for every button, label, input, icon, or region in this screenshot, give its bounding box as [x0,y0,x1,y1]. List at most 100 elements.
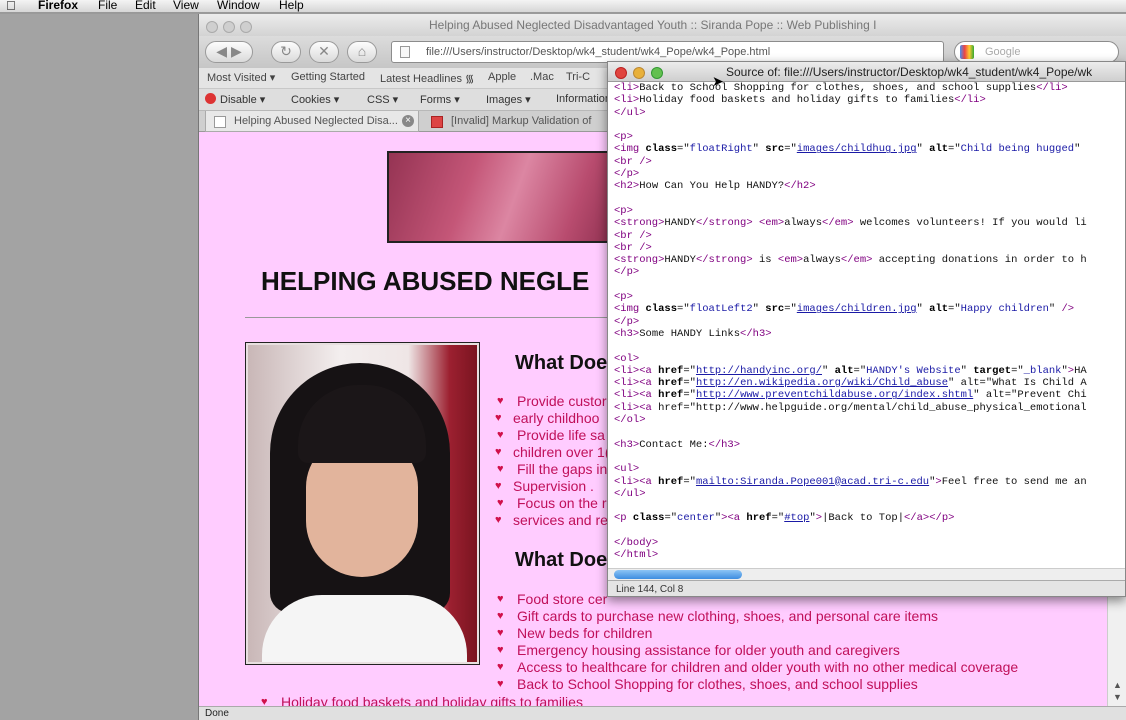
window-title: Helping Abused Neglected Disadvantaged Y… [429,18,877,32]
source-line: <img class="floatLeft2" src="images/chil… [614,303,1075,316]
minimize-button[interactable] [223,21,235,33]
menu-window[interactable]: Window [217,0,260,12]
list-item-continued: early childhoo [495,410,610,427]
section-heading-1: What Doe [515,352,608,374]
source-line: </p> [614,266,640,279]
source-line: <p> [614,291,633,304]
source-line: <li><a href="mailto:Siranda.Pope001@acad… [614,475,1087,488]
zoom-button[interactable] [240,21,252,33]
search-placeholder: Google [985,46,1021,58]
list-item: Holiday food baskets and holiday gifts t… [261,694,583,706]
source-line [614,119,1125,131]
dev-forms[interactable]: Forms ▾ [420,93,460,106]
list-item-continued: services and re [495,512,610,529]
tab-markup-validation[interactable]: [Invalid] Markup Validation of [423,111,623,132]
menu-edit[interactable]: Edit [135,0,156,12]
list-item-continued: Supervision . [495,478,610,495]
stop-icon: ✕ [318,43,330,59]
dev-information[interactable]: Information [556,93,611,105]
stop-button[interactable]: ✕ [309,41,339,63]
view-source-window: Source of: file:///Users/instructor/Desk… [607,61,1126,597]
source-line: <br /> [614,155,652,168]
services-list: Provide custor early childhoo Provide li… [495,393,610,529]
zoom-button[interactable] [651,67,663,79]
source-line [614,340,1125,352]
source-titlebar: Source of: file:///Users/instructor/Desk… [608,62,1125,82]
close-button[interactable] [615,67,627,79]
list-item: Gift cards to purchase new clothing, sho… [497,608,1018,625]
source-line: </body> [614,536,659,549]
source-line [614,193,1125,205]
back-forward-button[interactable]: ◀ ▶ [205,41,253,63]
tab-label: Helping Abused Neglected Disa... [234,115,398,127]
list-item-continued: children over 1( [495,444,610,461]
banner-image [387,151,617,243]
holiday-list: Holiday food baskets and holiday gifts t… [261,694,583,706]
source-line: <h3>Some HANDY Links</h3> [614,327,772,340]
close-tab-icon[interactable]: × [402,115,414,127]
bookmark-tric[interactable]: Tri-C [566,71,590,83]
bookmark-apple[interactable]: Apple [488,71,516,83]
source-line: <li><a href="http://www.helpguide.org/me… [614,401,1087,414]
menu-view[interactable]: View [173,0,199,12]
source-line: <h3>Contact Me:</h3> [614,438,741,451]
bookmark-most-visited[interactable]: Most Visited ▾ [207,71,275,84]
section-heading-2: What Doe [515,549,608,571]
support-list: Food store cer Gift cards to purchase ne… [497,591,1018,693]
minimize-button[interactable] [633,67,645,79]
url-bar[interactable]: file:///Users/instructor/Desktop/wk4_stu… [391,41,1103,81]
search-input[interactable]: Google [954,41,1119,63]
menu-help[interactable]: Help [279,0,304,12]
dev-cookies[interactable]: Cookies ▾ [291,93,339,106]
source-line: <img class="floatRight" src="images/chil… [614,143,1081,156]
list-item: Provide custor [497,393,610,410]
horizontal-scrollbar[interactable] [608,568,1125,580]
source-line: <br /> [614,229,652,242]
bookmark-getting-started[interactable]: Getting Started [291,71,365,83]
source-line: <h2>How Can You Help HANDY?</h2> [614,180,816,193]
home-icon: ⌂ [357,43,367,59]
bookmark-mac[interactable]: .Mac [530,71,554,83]
source-code[interactable]: <li>Back to School Shopping for clothes,… [614,82,1125,562]
scroll-down-icon[interactable]: ▼ [1113,692,1122,702]
close-button[interactable] [206,21,218,33]
scroll-up-icon[interactable]: ▲ [1113,680,1122,690]
source-line [614,525,1125,537]
list-item: Back to School Shopping for clothes, sho… [497,676,1018,693]
source-line: <strong>HANDY</strong> <em>always</em> w… [614,217,1087,230]
tab-helping-abused[interactable]: Helping Abused Neglected Disa... × [205,111,419,132]
mouse-cursor-icon: ➤ [712,73,724,89]
app-menu[interactable]: Firefox [38,0,78,12]
source-line: </p> [614,315,640,328]
scroll-thumb[interactable] [614,570,742,579]
apple-icon[interactable]:  [6,0,16,13]
source-line: <li>Holiday food baskets and holiday gif… [614,94,986,107]
source-line: <strong>HANDY</strong> is <em>always</em… [614,254,1087,267]
page-heading: HELPING ABUSED NEGLE [261,266,590,296]
back-arrow-icon: ◀ [216,43,228,59]
source-line [614,426,1125,438]
list-item: New beds for children [497,625,1018,642]
forward-arrow-icon: ▶ [230,43,242,59]
reload-button[interactable]: ↻ [271,41,301,63]
source-line: <li><a href="http://www.preventchildabus… [614,389,1087,402]
source-line: </html> [614,549,659,562]
bookmark-latest-headlines[interactable]: Latest Headlines ᯾ [380,71,474,86]
girl-portrait-image [245,342,480,665]
dev-disable[interactable]: Disable ▾ [205,93,265,106]
source-line: </p> [614,168,640,181]
menu-file[interactable]: File [98,0,117,12]
dev-css[interactable]: CSS ▾ [367,93,398,106]
source-line: <li><a href="http://en.wikipedia.org/wik… [614,377,1087,390]
source-line: </ol> [614,414,646,427]
window-titlebar: Helping Abused Neglected Disadvantaged Y… [199,14,1126,36]
home-button[interactable]: ⌂ [347,41,377,63]
source-line: <p> [614,131,633,144]
list-item: Focus on the r [497,495,610,512]
desktop-background [0,14,198,720]
dev-images[interactable]: Images ▾ [486,93,531,106]
source-line: </ul> [614,487,646,500]
status-bar: Done [199,706,1126,720]
source-line [614,451,1125,463]
url-text: file:///Users/instructor/Desktop/wk4_stu… [426,46,771,58]
